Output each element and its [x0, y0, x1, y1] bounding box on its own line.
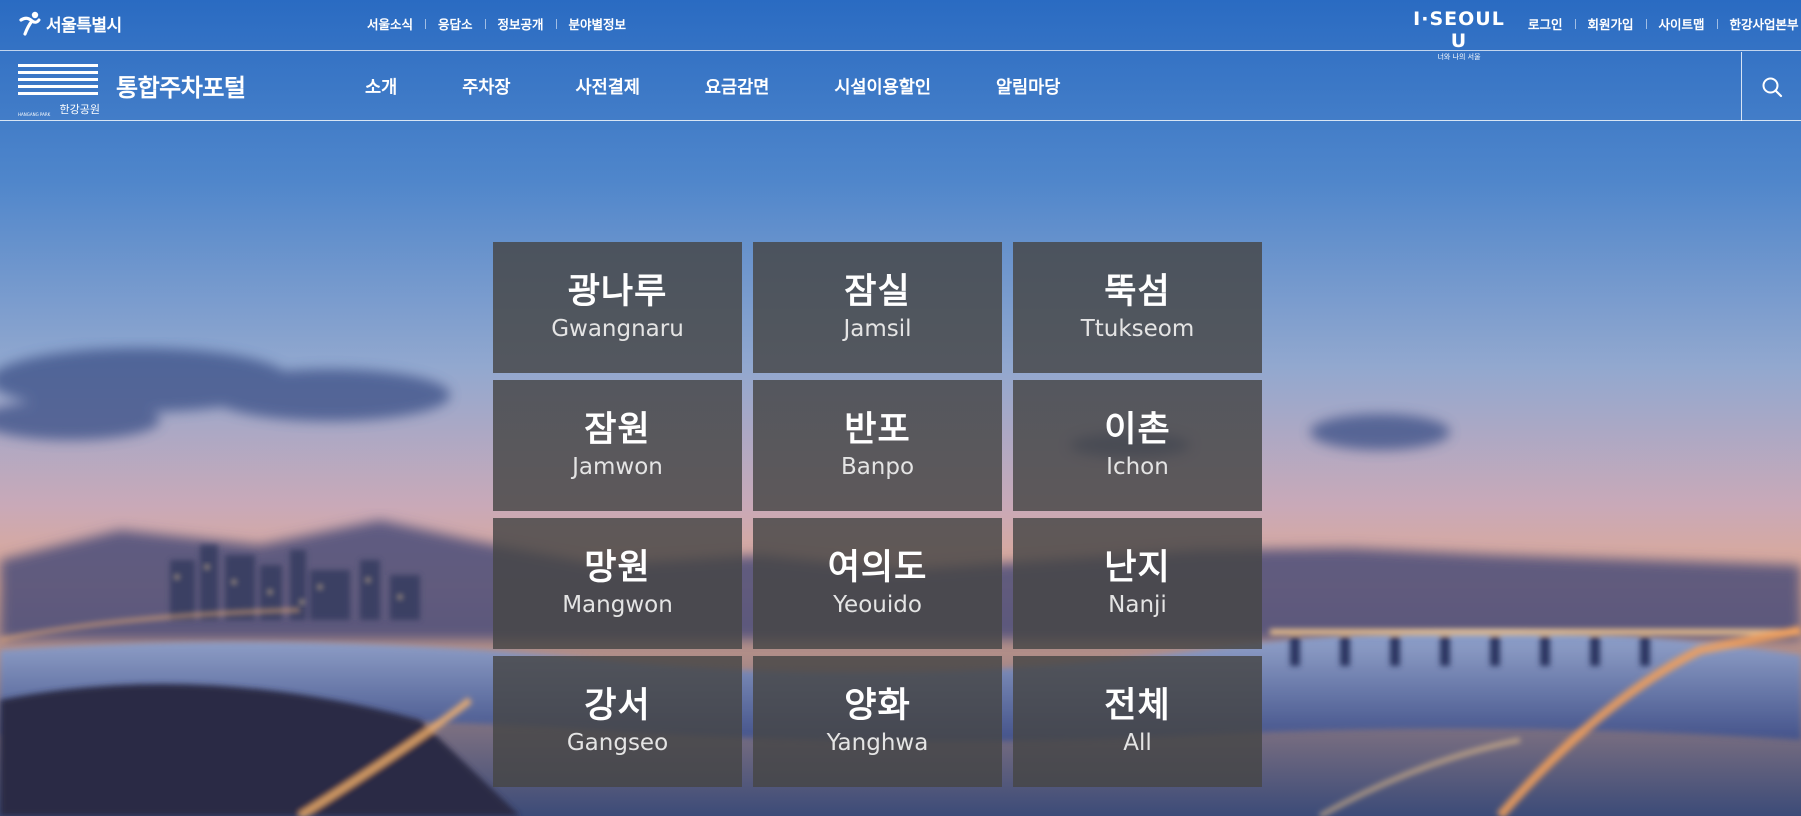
- region-name-ko: 양화: [844, 686, 911, 726]
- member-links: 로그인 회원가입 사이트맵 한강사업본부: [1528, 14, 1799, 33]
- menu-intro[interactable]: 소개: [365, 74, 397, 99]
- divider: [484, 18, 486, 29]
- gnb-menu: 소개 주차장 사전결제 요금감면 시설이용할인 알림마당: [365, 74, 1125, 99]
- portal-title[interactable]: 통합주차포털: [116, 68, 246, 103]
- login-link[interactable]: 로그인: [1528, 14, 1563, 33]
- region-name-en: Nanji: [1108, 592, 1167, 618]
- region-tile-jamsil[interactable]: 잠실 Jamsil: [753, 242, 1002, 373]
- region-name-ko: 여의도: [827, 548, 928, 588]
- region-name-ko: 난지: [1104, 548, 1171, 588]
- region-tile-banpo[interactable]: 반포 Banpo: [753, 380, 1002, 511]
- region-name-ko: 잠실: [844, 272, 911, 312]
- region-tile-all[interactable]: 전체 All: [1013, 656, 1262, 787]
- menu-parking-lot[interactable]: 주차장: [462, 74, 510, 99]
- main-navigation: HANGANG PARK 한강공원 통합주차포털 소개 주차장 사전결제 요금감…: [0, 52, 1801, 121]
- link-field-info[interactable]: 분야별정보: [569, 14, 627, 33]
- region-tile-gwangnaru[interactable]: 광나루 Gwangnaru: [493, 242, 742, 373]
- region-name-ko: 망원: [584, 548, 651, 588]
- menu-notice[interactable]: 알림마당: [996, 74, 1060, 99]
- hangang-wave-icon: [18, 64, 98, 95]
- region-name-ko: 이촌: [1104, 410, 1171, 450]
- hangang-park-logo[interactable]: HANGANG PARK 한강공원: [18, 62, 100, 117]
- region-name-ko: 광나루: [567, 272, 668, 312]
- region-name-ko: 강서: [584, 686, 651, 726]
- link-seoul-news[interactable]: 서울소식: [367, 14, 413, 33]
- seoul-city-logo[interactable]: 서울특별시: [18, 8, 122, 38]
- signup-link[interactable]: 회원가입: [1588, 14, 1634, 33]
- utility-links: 서울소식 응답소 정보공개 분야별정보: [367, 14, 626, 33]
- region-tile-ttukseom[interactable]: 뚝섬 Ttukseom: [1013, 242, 1262, 373]
- region-name-en: Yeouido: [833, 592, 922, 618]
- region-tile-gangseo[interactable]: 강서 Gangseo: [493, 656, 742, 787]
- sitemap-link[interactable]: 사이트맵: [1659, 14, 1705, 33]
- region-grid: 광나루 Gwangnaru 잠실 Jamsil 뚝섬 Ttukseom 잠원 J…: [493, 242, 1262, 787]
- region-tile-nanji[interactable]: 난지 Nanji: [1013, 518, 1262, 649]
- link-eungdapso[interactable]: 응답소: [438, 14, 473, 33]
- region-name-en: Banpo: [840, 454, 915, 480]
- search-icon: [1762, 77, 1782, 97]
- hangang-hq-link[interactable]: 한강사업본부: [1730, 14, 1799, 33]
- region-name-ko: 반포: [844, 410, 911, 450]
- hangang-logo-small-text: HANGANG PARK: [18, 112, 51, 117]
- iseoulu-main-text: I·SEOUL U: [1413, 8, 1505, 52]
- hangang-logo-text: 한강공원: [59, 103, 100, 116]
- region-tile-jamwon[interactable]: 잠원 Jamwon: [493, 380, 742, 511]
- iseoulu-logo[interactable]: I·SEOUL U 너와 나의 서울: [1403, 8, 1515, 61]
- menu-prepayment[interactable]: 사전결제: [576, 74, 640, 99]
- region-tile-yanghwa[interactable]: 양화 Yanghwa: [753, 656, 1002, 787]
- region-tile-mangwon[interactable]: 망원 Mangwon: [493, 518, 742, 649]
- divider: [1645, 18, 1647, 29]
- menu-fee-reduction[interactable]: 요금감면: [705, 74, 769, 99]
- region-name-en: All: [1123, 730, 1152, 756]
- seoul-logo-text: 서울특별시: [46, 15, 122, 36]
- region-name-ko: 전체: [1104, 686, 1171, 726]
- region-name-en: Gangseo: [566, 730, 669, 756]
- region-name-en: Jamsil: [843, 316, 912, 342]
- region-name-en: Ichon: [1106, 454, 1169, 480]
- divider: [1574, 18, 1576, 29]
- region-name-en: Ttukseom: [1080, 316, 1195, 342]
- utility-bar: 서울특별시 서울소식 응답소 정보공개 분야별정보 I·SEOUL U 너와 나…: [0, 0, 1801, 61]
- region-tile-yeouido[interactable]: 여의도 Yeouido: [753, 518, 1002, 649]
- region-name-en: Mangwon: [562, 592, 673, 618]
- region-name-ko: 뚝섬: [1104, 272, 1171, 312]
- seoul-symbol-icon: [19, 11, 41, 36]
- region-tile-ichon[interactable]: 이촌 Ichon: [1013, 380, 1262, 511]
- divider: [425, 18, 427, 29]
- region-name-en: Yanghwa: [826, 730, 929, 756]
- region-name-ko: 잠원: [584, 410, 651, 450]
- menu-facility-discount[interactable]: 시설이용할인: [834, 74, 931, 99]
- region-name-en: Gwangnaru: [551, 316, 684, 342]
- divider: [1716, 18, 1718, 29]
- search-button[interactable]: [1741, 52, 1801, 121]
- link-info-disclosure[interactable]: 정보공개: [498, 14, 544, 33]
- region-name-en: Jamwon: [572, 454, 663, 480]
- divider: [555, 18, 557, 29]
